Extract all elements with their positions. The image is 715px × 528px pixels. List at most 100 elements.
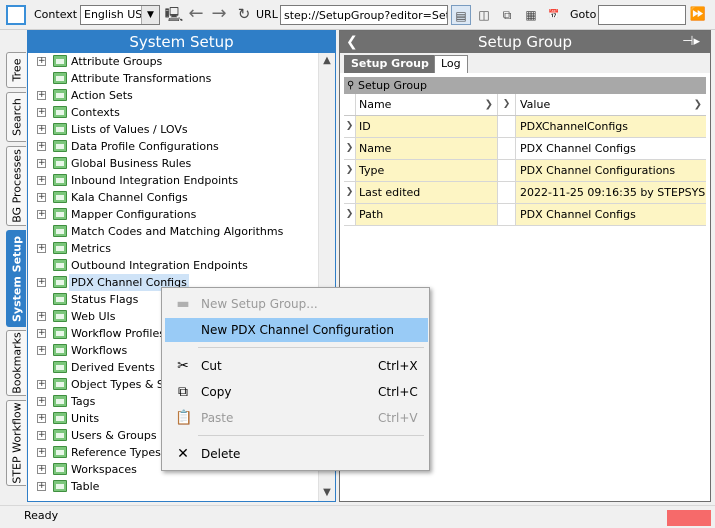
grid-cell-value[interactable]: PDX Channel Configs [516, 204, 706, 225]
document-icon[interactable]: ▦ [521, 5, 541, 25]
expand-icon[interactable]: + [37, 108, 46, 117]
expand-icon[interactable]: + [37, 210, 46, 219]
expand-icon[interactable]: + [37, 431, 46, 440]
collapse-back-icon[interactable]: ❮ [346, 31, 358, 53]
menu-item-copy[interactable]: ⧉ Copy Ctrl+C [165, 380, 428, 404]
expand-icon[interactable]: + [37, 329, 46, 338]
menu-item-cut[interactable]: ✂ Cut Ctrl+X [165, 354, 428, 378]
expand-icon[interactable]: + [37, 482, 46, 491]
view-editor-icon[interactable]: ▤ [451, 5, 471, 25]
app-icon[interactable] [6, 5, 26, 25]
expand-icon[interactable]: + [37, 193, 46, 202]
tree-item[interactable]: Attribute Transformations [28, 70, 318, 87]
pin-icon[interactable]: ⊣▸ [682, 31, 700, 53]
ruler-icon [53, 412, 67, 424]
tab-system-setup[interactable]: System Setup [6, 230, 26, 327]
tree-item[interactable]: + Table [28, 478, 318, 495]
expand-icon[interactable]: + [37, 244, 46, 253]
tab-search[interactable]: Search [6, 92, 26, 142]
grid-cell-value[interactable]: PDX Channel Configs [516, 138, 706, 159]
tree-item[interactable]: + Metrics [28, 240, 318, 257]
tab-tree[interactable]: Tree [6, 52, 26, 88]
tree-item[interactable]: Match Codes and Matching Algorithms [28, 223, 318, 240]
chevron-right-icon[interactable]: ❯ [344, 116, 356, 137]
expand-icon[interactable]: + [37, 397, 46, 406]
folder-icon [53, 157, 67, 169]
folder-icon [53, 140, 67, 152]
expand-icon[interactable]: + [37, 312, 46, 321]
back-arrow-icon[interactable]: ← [186, 4, 206, 24]
tree-item[interactable]: + Lists of Values / LOVs [28, 121, 318, 138]
scroll-up-icon[interactable]: ▲ [319, 53, 335, 69]
tree-item[interactable]: + Contexts [28, 104, 318, 121]
tree-item[interactable]: Outbound Integration Endpoints [28, 257, 318, 274]
grid-row[interactable]: ❯ Path PDX Channel Configs [344, 204, 706, 226]
chevron-right-icon[interactable]: ❯ [344, 204, 356, 225]
expand-icon[interactable]: + [37, 91, 46, 100]
expand-icon[interactable]: + [37, 176, 46, 185]
tree-item[interactable]: + Inbound Integration Endpoints [28, 172, 318, 189]
menu-item-new-pdx-channel-configuration[interactable]: New PDX Channel Configuration [165, 318, 428, 342]
tree-item[interactable]: + Kala Channel Configs [28, 189, 318, 206]
expand-icon[interactable]: + [37, 380, 46, 389]
expand-icon[interactable]: + [37, 346, 46, 355]
monitor-icon[interactable]: 🖳 [164, 5, 184, 25]
column-header-value[interactable]: Value ❯ [516, 94, 706, 115]
grid-row[interactable]: ❯ ID PDXChannelConfigs [344, 116, 706, 138]
tree-item[interactable]: + Data Profile Configurations [28, 138, 318, 155]
expand-icon[interactable]: + [37, 57, 46, 66]
tree-item[interactable]: + Attribute Groups [28, 53, 318, 70]
tab-log[interactable]: Log [434, 55, 468, 73]
menu-item-delete[interactable]: ✕ Delete [165, 442, 428, 466]
tree-item-label: Derived Events [71, 361, 155, 374]
column-header-name[interactable]: Name ❯ [356, 94, 498, 115]
tab-bookmarks[interactable]: Bookmarks [6, 330, 26, 396]
tree-item[interactable]: + Action Sets [28, 87, 318, 104]
grid-cell-value[interactable]: PDX Channel Configurations [516, 160, 706, 181]
tree-item-label: Attribute Transformations [71, 72, 212, 85]
refresh-icon[interactable]: ↻ [234, 4, 254, 24]
grid-row[interactable]: ❯ Name PDX Channel Configs [344, 138, 706, 160]
grid-header-row: Name ❯ ❯ Value ❯ [344, 94, 706, 116]
url-input[interactable]: step://SetupGroup?editor=SetupG [280, 5, 448, 25]
grid-cell-value[interactable]: 2022-11-25 09:16:35 by STEPSYS [516, 182, 706, 203]
tree-item-label: Workflows [71, 344, 128, 357]
folder-icon [53, 72, 67, 84]
forward-arrow-icon[interactable]: → [209, 4, 229, 24]
expand-icon[interactable]: + [37, 125, 46, 134]
chevron-right-icon[interactable]: ❯ [344, 160, 356, 181]
comment-icon[interactable]: ◫ [474, 5, 494, 25]
grid-row[interactable]: ❯ Last edited 2022-11-25 09:16:35 by STEPS… [344, 182, 706, 204]
chevron-down-icon[interactable]: ▼ [141, 6, 159, 24]
grid-cell-value[interactable]: PDXChannelConfigs [516, 116, 706, 137]
tree-item[interactable]: + Global Business Rules [28, 155, 318, 172]
expand-icon[interactable]: + [37, 278, 46, 287]
goto-input[interactable] [598, 5, 686, 25]
folder-icon [53, 89, 67, 101]
menu-item-paste[interactable]: 📋 Paste Ctrl+V [165, 406, 428, 430]
expand-icon[interactable]: + [37, 448, 46, 457]
menu-item-new-setup-group[interactable]: ▬ New Setup Group... [165, 292, 428, 316]
expand-icon[interactable]: + [37, 465, 46, 474]
go-icon[interactable]: ⏩ [688, 5, 708, 25]
warning-indicator[interactable] [667, 510, 711, 526]
folder-icon [53, 55, 67, 67]
tab-bg-processes[interactable]: BG Processes [6, 146, 26, 226]
windows-icon[interactable]: ⧉ [497, 5, 517, 25]
tab-setup-group[interactable]: Setup Group [344, 55, 436, 73]
chevron-right-icon[interactable]: ❯ [344, 182, 356, 203]
tab-step-workflow[interactable]: STEP Workflow [6, 400, 26, 486]
context-select[interactable]: English US ▼ [80, 5, 160, 25]
expand-icon[interactable]: + [37, 414, 46, 423]
chevron-right-icon[interactable]: ❯ [344, 138, 356, 159]
calendar-icon[interactable]: 📅 [544, 5, 564, 25]
tree-item[interactable]: + Mapper Configurations [28, 206, 318, 223]
expand-icon[interactable]: + [37, 142, 46, 151]
goto-label: Goto [570, 8, 597, 21]
scroll-down-icon[interactable]: ▼ [319, 485, 335, 501]
tree-item-label: Reference Types [71, 446, 161, 459]
expand-icon[interactable]: + [37, 159, 46, 168]
grid-row[interactable]: ❯ Type PDX Channel Configurations [344, 160, 706, 182]
vertical-tabs: Tree Search BG Processes System Setup Bo… [0, 30, 27, 500]
right-panel-title: Setup Group [477, 33, 573, 51]
